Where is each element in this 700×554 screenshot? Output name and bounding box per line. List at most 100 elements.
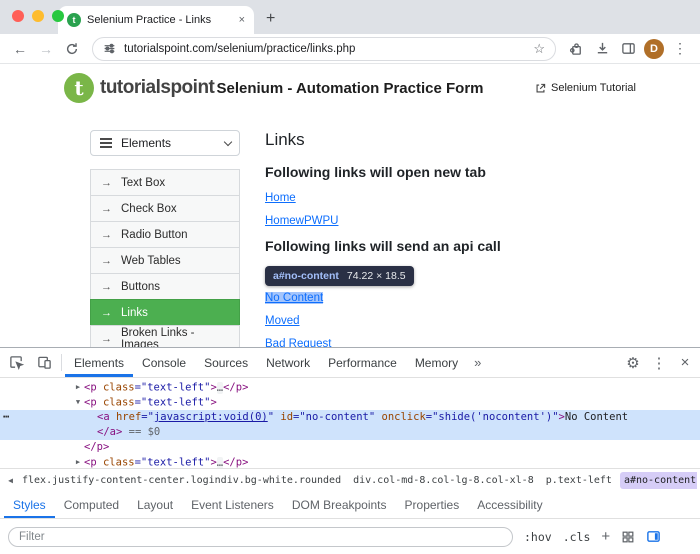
sidebar-item-label: Web Tables [121,255,181,267]
page-link-bad-request[interactable]: Bad Request [265,338,332,347]
breadcrumb-track: flex.justify-content-center.logindiv.bg-… [18,472,697,489]
browser-window: t Selenium Practice - Links × + ← → tuto… [0,0,700,554]
breadcrumb-a-no-content[interactable]: a#no-content [620,472,697,489]
styles-tab-properties[interactable]: Properties [396,492,469,518]
breadcrumb-scroll-left-icon[interactable]: ◀ [3,476,18,485]
tab-title: Selenium Practice - Links [87,14,233,26]
reload-icon[interactable] [60,42,84,56]
settings-gear-icon[interactable]: ⚙ [620,354,646,372]
devtools-tab-sources[interactable]: Sources [195,348,257,377]
tree-node-1[interactable]: ▼<p class="text-left"> [0,395,700,410]
pseudo-state-toggle[interactable]: :hov [524,530,552,544]
code-token: <p [84,382,97,394]
minimize-window-button[interactable] [32,10,44,22]
content-heading: Links [265,130,640,150]
tab-close-icon[interactable]: × [239,14,245,26]
sidebar-item-text-box[interactable]: →Text Box [90,169,240,196]
sidebar-item-links[interactable]: →Links [90,299,240,326]
address-bar[interactable]: tutorialspoint.com/selenium/practice/lin… [92,37,556,61]
sidebar-header[interactable]: Elements [90,130,240,156]
collapse-arrow-icon[interactable]: ▼ [72,395,84,410]
breadcrumb-p-text-left[interactable]: p.text-left [542,472,616,489]
devtools-toolbar: ElementsConsoleSourcesNetworkPerformance… [0,348,700,378]
tree-node-2[interactable]: ⋯<a href="javascript:void(0)" id="no-con… [0,410,700,425]
tree-node-3[interactable]: </a> == $0 [0,425,700,440]
inspect-tooltip: a#no-content 74.22 × 18.5 [265,266,414,286]
code-token: =" [141,411,154,423]
styles-pane-tabs: StylesComputedLayoutEvent ListenersDOM B… [0,492,700,519]
page-link-home[interactable]: Home [265,192,296,204]
overflow-menu-icon[interactable]: ⋯ [3,410,9,425]
browser-tab[interactable]: t Selenium Practice - Links × [58,6,254,34]
expand-arrow-icon[interactable]: ▶ [72,455,84,468]
api-links: No ContentMovedBad RequestUnauthorized [265,292,640,347]
sidebar-item-label: Check Box [121,203,177,215]
sidebar-item-label: Buttons [121,281,160,293]
sidebar-item-check-box[interactable]: →Check Box [90,195,240,222]
devtools-tab-memory[interactable]: Memory [406,348,467,377]
site-info-icon[interactable] [103,42,116,55]
tree-node-5[interactable]: ▶<p class="text-left">…</p> [0,455,700,468]
close-window-button[interactable] [12,10,24,22]
tree-node-0[interactable]: ▶<p class="text-left">…</p> [0,380,700,395]
page-link-moved[interactable]: Moved [265,315,300,327]
inspect-element-icon[interactable] [2,348,30,377]
api-section-title: Following links will send an api call [265,238,640,254]
page-link-no-content[interactable]: No Content [265,292,323,304]
side-panel-icon[interactable] [616,41,640,56]
bookmark-star-icon[interactable]: ☆ [533,41,545,57]
devtools-tab-elements[interactable]: Elements [65,348,133,377]
sidebar-item-radio-button[interactable]: →Radio Button [90,221,240,248]
styles-tab-event-listeners[interactable]: Event Listeners [182,492,283,518]
browser-menu-icon[interactable]: ⋮ [668,40,692,57]
layout-grid-icon[interactable] [621,530,635,544]
window-controls [12,10,64,22]
browser-navbar: ← → tutorialspoint.com/selenium/practice… [0,34,700,64]
url-text[interactable]: tutorialspoint.com/selenium/practice/lin… [124,43,525,55]
sidebar-item-broken-links-images[interactable]: →Broken Links - Images [90,325,240,347]
sidebar-item-label: Links [121,307,148,319]
new-tab-links: Home HomewPWPU [265,192,640,227]
breadcrumb-div-col-md-8-col-lg-8-col-xl-8[interactable]: div.col-md-8.col-lg-8.col-xl-8 [349,472,538,489]
profile-avatar[interactable]: D [644,39,664,59]
dock-panel-icon[interactable] [646,529,661,544]
devtools-tab-network[interactable]: Network [257,348,319,377]
code-token: class [97,397,135,409]
external-link-icon [535,83,546,94]
maximize-window-button[interactable] [52,10,64,22]
styles-tab-styles[interactable]: Styles [4,492,55,518]
sidebar-item-web-tables[interactable]: →Web Tables [90,247,240,274]
styles-tab-layout[interactable]: Layout [128,492,182,518]
styles-filter-input[interactable] [8,527,513,547]
device-toolbar-icon[interactable] [30,348,58,377]
extensions-icon[interactable] [564,41,588,56]
class-toggle[interactable]: .cls [563,530,591,544]
devtools-menu-icon[interactable]: ⋮ [646,354,672,372]
site-header: t tutorialspoint Selenium - Automation P… [0,64,700,112]
selenium-tutorial-link[interactable]: Selenium Tutorial [535,82,636,94]
code-token: > [210,397,216,409]
expand-arrow-icon[interactable]: ▶ [72,380,84,395]
breadcrumb-flex-justify-content-center-logindiv-bg-white-rounded[interactable]: flex.justify-content-center.logindiv.bg-… [18,472,345,489]
devtools-close-icon[interactable]: × [672,354,698,371]
arrow-right-icon: → [101,229,112,241]
back-icon[interactable]: ← [8,41,32,57]
new-tab-button[interactable]: + [266,10,275,28]
sidebar-header-label: Elements [121,136,171,150]
devtools-tab-performance[interactable]: Performance [319,348,406,377]
devtools-tab-console[interactable]: Console [133,348,195,377]
tree-node-4[interactable]: </p> [0,440,700,455]
styles-tab-computed[interactable]: Computed [55,492,128,518]
styles-tab-dom-breakpoints[interactable]: DOM Breakpoints [283,492,396,518]
elements-tree: ▶<p class="text-left">…</p>▼<p class="te… [0,378,700,468]
download-icon[interactable] [590,41,614,56]
tutorialspoint-logo[interactable]: t tutorialspoint [64,73,214,103]
styles-tab-accessibility[interactable]: Accessibility [468,492,551,518]
sidebar-list: →Text Box→Check Box→Radio Button→Web Tab… [90,169,240,347]
code-token: No Content [565,411,628,423]
sidebar-item-buttons[interactable]: →Buttons [90,273,240,300]
new-style-rule-button[interactable]: + [601,528,610,545]
more-tabs-icon[interactable]: » [467,348,488,377]
page-link-homewpwpu[interactable]: HomewPWPU [265,215,338,227]
forward-icon[interactable]: → [34,41,58,57]
